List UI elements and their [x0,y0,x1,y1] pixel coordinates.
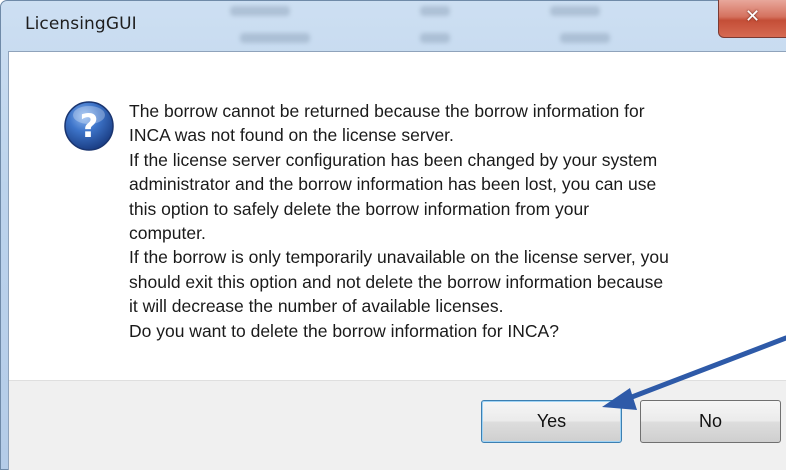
message-line: If the license server configuration has … [129,149,658,170]
window-title: LicensingGUI [25,14,137,34]
message-line: INCA was not found on the license server… [129,125,454,146]
close-icon: ✕ [745,6,761,27]
message-line: it will decrease the number of available… [129,296,504,317]
message-line: Do you want to delete the borrow informa… [129,320,559,341]
message-line: computer. [129,223,206,244]
message-line: The borrow cannot be returned because th… [129,101,645,121]
licensing-dialog-window: LicensingGUI ✕ ? The borrow cannot be re… [0,0,786,470]
title-bar[interactable]: LicensingGUI [0,0,786,56]
question-icon: ? [64,101,114,151]
background-blur [420,33,450,43]
background-blur [230,6,290,16]
message-line: If the borrow is only temporarily unavai… [129,247,669,268]
background-blur [240,33,310,43]
close-button[interactable]: ✕ [718,0,786,38]
yes-button[interactable]: Yes [481,400,622,443]
background-blur [420,6,450,16]
dialog-message: The borrow cannot be returned because th… [129,99,749,343]
background-blur [560,33,610,43]
message-line: this option to safely delete the borrow … [129,198,590,219]
background-blur [550,6,600,16]
svg-text:?: ? [80,107,99,145]
message-line: should exit this option and not delete t… [129,271,664,292]
message-line: administrator and the borrow information… [129,174,657,195]
no-button[interactable]: No [640,400,781,443]
